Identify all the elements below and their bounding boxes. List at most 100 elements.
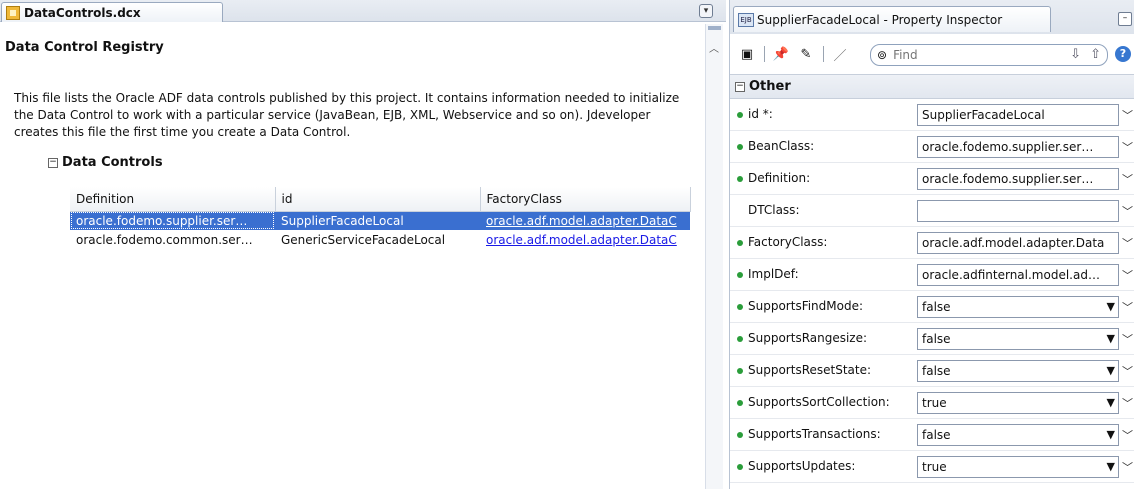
property-value-dropdown[interactable]: false ▼	[917, 360, 1119, 382]
property-label: id *:	[748, 107, 773, 121]
registry-description: This file lists the Oracle ADF data cont…	[14, 91, 680, 139]
property-label: BeanClass:	[748, 139, 815, 153]
cell-definition[interactable]: oracle.fodemo.supplier.ser…	[70, 211, 275, 230]
property-value-dropdown[interactable]: false ▼	[917, 328, 1119, 350]
group-title: Other	[749, 79, 791, 94]
property-set-indicator-icon	[737, 464, 743, 470]
property-inspector-pane: EJB SupplierFacadeLocal - Property Inspe…	[729, 0, 1134, 489]
property-value-dropdown[interactable]: true ▼	[917, 392, 1119, 414]
tab-datacontrols-dcx[interactable]: DataControls.dcx	[1, 2, 223, 22]
property-menu-chevron-icon[interactable]: ﹀	[1122, 171, 1133, 187]
scroll-up-icon[interactable]: ︿	[709, 40, 719, 55]
scrollbar-thumb[interactable]	[708, 26, 721, 30]
page-title: Data Control Registry	[5, 40, 164, 55]
property-menu-chevron-icon[interactable]: ﹀	[1122, 331, 1133, 347]
table-row[interactable]: oracle.fodemo.common.ser… GenericService…	[70, 230, 690, 249]
find-input[interactable]	[893, 48, 1044, 62]
tab-property-inspector[interactable]: EJB SupplierFacadeLocal - Property Inspe…	[733, 6, 1051, 32]
pencil-icon[interactable]: ／	[829, 44, 851, 64]
property-row: FactoryClass: oracle.adf.model.adapter.Da…	[730, 227, 1134, 259]
property-value-field[interactable]: oracle.fodemo.supplier.ser…	[917, 168, 1119, 190]
property-menu-chevron-icon[interactable]: ﹀	[1122, 107, 1133, 123]
property-menu-chevron-icon[interactable]: ﹀	[1122, 299, 1133, 315]
property-menu-chevron-icon[interactable]: ﹀	[1122, 203, 1133, 219]
dcx-file-icon	[6, 5, 20, 20]
collapse-icon[interactable]: −	[48, 157, 58, 168]
data-controls-section-header[interactable]: − Data Controls	[48, 155, 163, 170]
column-header-definition[interactable]: Definition	[70, 187, 276, 212]
property-value-field[interactable]: oracle.fodemo.supplier.ser…	[917, 136, 1119, 158]
property-value-dropdown[interactable]: false ▼	[917, 296, 1119, 318]
property-row: SupportsUpdates: true ▼ ﹀	[730, 451, 1134, 483]
property-set-indicator-icon	[737, 112, 743, 118]
property-value-field[interactable]: SupplierFacadeLocal	[917, 104, 1119, 126]
inspector-tab-label: SupplierFacadeLocal - Property Inspector	[757, 12, 1003, 27]
property-value-text: true	[922, 460, 947, 474]
property-label: SupportsSortCollection:	[748, 395, 890, 409]
property-menu-chevron-icon[interactable]: ﹀	[1122, 459, 1133, 475]
property-menu-chevron-icon[interactable]: ﹀	[1122, 427, 1133, 443]
toolbar-divider	[764, 46, 765, 62]
cell-factoryclass-link[interactable]: oracle.adf.model.adapter.DataC	[480, 230, 690, 249]
property-value-text: false	[922, 300, 951, 314]
property-value-field[interactable]	[917, 200, 1119, 222]
property-value-text: false	[922, 428, 951, 442]
data-controls-section-title: Data Controls	[62, 155, 163, 170]
property-value-dropdown[interactable]: true ▼	[917, 456, 1119, 478]
property-menu-chevron-icon[interactable]: ﹀	[1122, 363, 1133, 379]
dropdown-caret-icon[interactable]: ▼	[1107, 361, 1115, 381]
toolbar-divider	[823, 46, 824, 62]
link-selection-icon[interactable]: ▣	[736, 44, 758, 64]
freeze-pin-icon[interactable]: 📌	[770, 44, 792, 64]
property-row: SupportsTransactions: false ▼ ﹀	[730, 419, 1134, 451]
property-row: Definition: oracle.fodemo.supplier.ser… ﹀	[730, 163, 1134, 195]
inspector-toolbar: ▣ 📌 ✎ ／ ⊚ ⇩ ⇧ ?	[730, 40, 1134, 68]
find-field[interactable]: ⊚ ⇩ ⇧	[870, 44, 1108, 66]
dropdown-caret-icon[interactable]: ▼	[1107, 393, 1115, 413]
property-label: FactoryClass:	[748, 235, 828, 249]
property-label: SupportsRangesize:	[748, 331, 868, 345]
cell-id[interactable]: GenericServiceFacadeLocal	[275, 230, 480, 249]
property-row: BeanClass: oracle.fodemo.supplier.ser… ﹀	[730, 131, 1134, 163]
property-menu-chevron-icon[interactable]: ﹀	[1122, 395, 1133, 411]
property-value-dropdown[interactable]: false ▼	[917, 424, 1119, 446]
property-value-field[interactable]: oracle.adfinternal.model.ad…	[917, 264, 1119, 286]
cell-id[interactable]: SupplierFacadeLocal	[275, 211, 480, 230]
collapse-icon[interactable]: −	[735, 81, 745, 92]
property-value-field[interactable]: oracle.adf.model.adapter.Data	[917, 232, 1119, 254]
inspector-tabbar: EJB SupplierFacadeLocal - Property Inspe…	[730, 0, 1134, 34]
dropdown-caret-icon[interactable]: ▼	[1107, 297, 1115, 317]
editor-scrollbar[interactable]: ︿	[705, 24, 723, 489]
cell-factoryclass-link[interactable]: oracle.adf.model.adapter.DataC	[480, 211, 690, 230]
property-row: id *: SupplierFacadeLocal ﹀	[730, 99, 1134, 131]
dropdown-caret-icon[interactable]: ▼	[1107, 457, 1115, 477]
property-label: Definition:	[748, 171, 811, 185]
property-set-indicator-icon	[737, 432, 743, 438]
tab-list-dropdown-button[interactable]: ▾	[699, 4, 713, 18]
column-header-id[interactable]: id	[275, 187, 481, 212]
dropdown-caret-icon[interactable]: ▼	[1107, 425, 1115, 445]
property-value-text: false	[922, 364, 951, 378]
table-row[interactable]: oracle.fodemo.supplier.ser… SupplierFaca…	[70, 211, 690, 230]
binoculars-icon: ⊚	[877, 48, 888, 62]
help-icon[interactable]: ?	[1115, 46, 1131, 62]
dropdown-caret-icon[interactable]: ▼	[1107, 329, 1115, 349]
property-menu-chevron-icon[interactable]: ﹀	[1122, 235, 1133, 251]
find-next-icon[interactable]: ⇩	[1070, 47, 1081, 62]
property-row: SupportsRangesize: false ▼ ﹀	[730, 323, 1134, 355]
editor-pane: DataControls.dcx ▾ ︿ Data Control Regist…	[0, 0, 726, 489]
property-label: SupportsUpdates:	[748, 459, 856, 473]
group-header-other[interactable]: − Other	[730, 75, 1134, 99]
edit-properties-icon[interactable]: ✎	[795, 44, 817, 64]
minimize-icon[interactable]: –	[1118, 12, 1132, 26]
property-inspector-icon: EJB	[738, 12, 754, 27]
property-label: SupportsResetState:	[748, 363, 872, 377]
property-set-indicator-icon	[737, 368, 743, 374]
find-previous-icon[interactable]: ⇧	[1090, 47, 1101, 62]
editor-tab-label: DataControls.dcx	[24, 5, 141, 20]
cell-definition[interactable]: oracle.fodemo.common.ser…	[70, 230, 275, 249]
property-menu-chevron-icon[interactable]: ﹀	[1122, 139, 1133, 155]
property-menu-chevron-icon[interactable]: ﹀	[1122, 267, 1133, 283]
property-label: SupportsFindMode:	[748, 299, 864, 313]
column-header-factoryclass[interactable]: FactoryClass	[480, 187, 691, 212]
